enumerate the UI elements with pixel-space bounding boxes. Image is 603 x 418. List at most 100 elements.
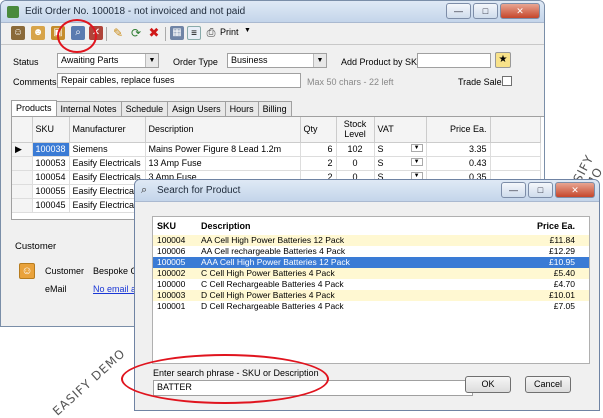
qty-cell[interactable]: 2 [300,156,337,171]
result-row-selected[interactable]: 100005 AAA Cell High Power Batteries 12 … [153,257,589,268]
price-cell[interactable]: 0.43 [426,156,491,171]
result-description: AAA Cell High Power Batteries 12 Pack [201,257,350,267]
sku-column-header[interactable]: SKU [157,221,176,231]
result-description: D Cell Rechargeable Batteries 4 Pack [201,301,344,311]
table-row[interactable]: 100053 Easify Electricals 13 Amp Fuse 2 … [12,156,541,171]
description-cell[interactable]: Mains Power Figure 8 Lead 1.2m [145,142,301,157]
result-price: £12.29 [549,246,575,256]
order-type-value: Business [231,55,268,65]
cancel-icon[interactable]: ✖ [147,26,161,40]
add-product-label: Add Product by SKU [341,57,424,67]
trade-sale-checkbox[interactable] [502,76,512,86]
chevron-down-icon: ▼ [410,158,423,166]
add-product-sku-input[interactable] [417,53,491,68]
add-product-icon[interactable]: ★ [495,52,511,68]
customer-section: Customer ☺ Customer Bespoke Ca eMail No … [11,241,151,321]
people-icon[interactable]: ☺ [11,26,25,40]
sku-cell[interactable]: 100053 [32,156,70,171]
vat-select[interactable]: S ▼ [374,156,427,171]
comments-value: Repair cables, replace fuses [61,75,175,85]
description-cell[interactable]: 13 Amp Fuse [145,156,301,171]
order-tabs: Products Internal Notes Schedule Asign U… [11,100,292,116]
price-column-header[interactable]: Price Ea. [537,221,575,231]
search-results-list: SKU Description Price Ea. 100004 AA Cell… [152,216,590,364]
column-header[interactable]: Qty [300,117,337,143]
dialog-minimize-button[interactable]: — [501,182,526,198]
result-price: £11.84 [549,235,575,245]
column-header[interactable]: Stock Level [336,117,375,143]
result-description: C Cell High Power Batteries 4 Pack [201,268,335,278]
comments-label: Comments [13,77,57,87]
description-column-header[interactable]: Description [201,221,251,231]
cancel-button[interactable]: Cancel [525,376,571,393]
tab-billing[interactable]: Billing [257,101,292,116]
comments-input[interactable]: Repair cables, replace fuses [57,73,301,88]
qty-cell[interactable]: 6 [300,142,337,157]
dialog-title-bar[interactable]: ⌕ Search for Product — □ ✕ [135,180,599,202]
result-row[interactable]: 100004 AA Cell High Power Batteries 12 P… [153,235,589,246]
stock-cell: 0 [336,156,375,171]
result-row[interactable]: 100001 D Cell Rechargeable Batteries 4 P… [153,301,589,312]
calculator-icon[interactable]: ▦ [170,26,184,40]
tab-assign-users[interactable]: Asign Users [167,101,226,116]
row-header-cell [12,117,33,143]
result-sku: 100001 [157,301,186,311]
result-sku: 100002 [157,268,186,278]
chevron-down-icon: ▼ [145,54,158,67]
comments-hint: Max 50 chars - 22 left [307,77,394,87]
watermark-left: EASIFY DEMO [50,346,129,418]
column-header[interactable]: Description [145,117,301,143]
tab-hours[interactable]: Hours [224,101,259,116]
refresh-icon[interactable]: ⟳ [129,26,143,40]
vat-select[interactable]: S ▼ [374,142,427,157]
column-header[interactable]: VAT [374,117,427,143]
minimize-button[interactable]: — [446,3,471,19]
status-value: Awaiting Parts [61,55,119,65]
row-header-cell [12,184,33,199]
print-button[interactable]: ⎙ Print ▼ [204,26,254,41]
sku-cell[interactable]: 100054 [32,170,70,185]
customer-section-label: Customer [15,241,57,252]
highlight-circle-toolbar [57,19,97,53]
price-cell[interactable]: 3.35 [426,142,491,157]
result-row[interactable]: 100000 C Cell Rechargeable Batteries 4 P… [153,279,589,290]
tab-internal-notes[interactable]: Internal Notes [55,101,122,116]
maximize-button[interactable]: □ [473,3,498,19]
result-price: £10.95 [549,257,575,267]
dialog-maximize-button[interactable]: □ [528,182,553,198]
result-price: £7.05 [553,301,575,311]
column-header[interactable]: Manufacturer [69,117,146,143]
manufacturer-cell[interactable]: Siemens [69,142,146,157]
document-icon[interactable]: ≡ [187,26,201,40]
current-row-indicator-icon: ▶ [12,142,33,157]
result-price: £10.01 [549,290,575,300]
table-row[interactable]: ▶ 100038 Siemens Mains Power Figure 8 Le… [12,142,541,157]
status-select[interactable]: Awaiting Parts ▼ [57,53,159,68]
result-row[interactable]: 100002 C Cell High Power Batteries 4 Pac… [153,268,589,279]
result-row[interactable]: 100003 D Cell High Power Batteries 4 Pac… [153,290,589,301]
user-icon[interactable]: ☻ [31,26,45,40]
result-row[interactable]: 100006 AA Cell rechargeable Batteries 4 … [153,246,589,257]
chevron-down-icon: ▼ [244,27,251,34]
result-description: D Cell High Power Batteries 4 Pack [201,290,335,300]
order-type-select[interactable]: Business ▼ [227,53,327,68]
sku-cell[interactable]: 100055 [32,184,70,199]
sku-cell[interactable]: 100038 [32,142,70,157]
edit-icon[interactable]: ✎ [111,26,125,40]
stock-cell: 102 [336,142,375,157]
sku-cell[interactable]: 100045 [32,198,70,213]
tab-products[interactable]: Products [11,100,57,116]
ok-button[interactable]: OK [465,376,511,393]
manufacturer-cell[interactable]: Easify Electricals [69,156,146,171]
column-header[interactable]: Price Ea. [426,117,491,143]
window-title: Edit Order No. 100018 - not invoiced and… [25,6,246,17]
result-description: AA Cell rechargeable Batteries 4 Pack [201,246,346,256]
tab-schedule[interactable]: Schedule [120,101,169,116]
column-header[interactable]: SKU [32,117,70,143]
dialog-close-button[interactable]: ✕ [555,182,595,198]
highlight-circle-search [121,354,329,404]
row-header-cell [12,170,33,185]
result-sku: 100000 [157,279,186,289]
extra-cell [490,142,541,157]
close-button[interactable]: ✕ [500,3,540,19]
